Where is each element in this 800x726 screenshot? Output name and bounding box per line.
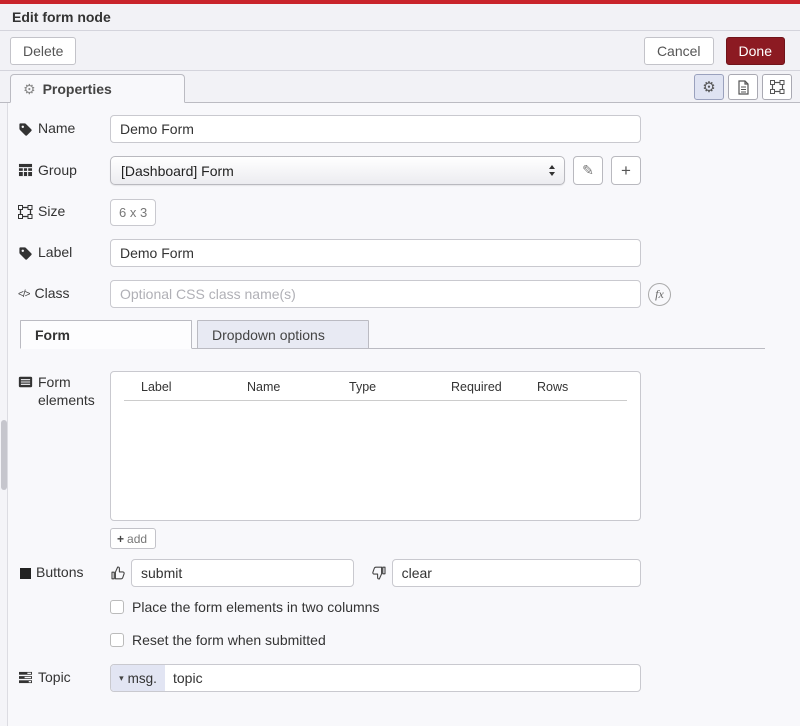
form-elements-row: Form elements Label Name Type Required R…	[10, 371, 800, 559]
label-row: Label	[10, 239, 800, 267]
submit-button-input[interactable]	[131, 559, 354, 587]
topic-row: Topic ▾ msg.	[10, 664, 800, 692]
plus-icon: +	[621, 161, 631, 181]
topic-label-group: Topic	[10, 669, 110, 687]
form-elements-header: Label Name Type Required Rows	[111, 372, 640, 400]
scrollbar-thumb[interactable]	[1, 420, 7, 490]
form-elements-list[interactable]: Label Name Type Required Rows	[110, 371, 641, 521]
group-label-group: Group	[10, 162, 110, 180]
group-row: Group [Dashboard] Form ✎ +	[10, 156, 800, 185]
plus-icon: +	[117, 532, 124, 546]
dialog-title: Edit form node	[12, 9, 111, 25]
buttons-row: Buttons	[10, 559, 800, 587]
buttons-inputs	[110, 559, 641, 587]
topic-label: Topic	[38, 669, 71, 687]
column-header-label: Label	[141, 380, 247, 394]
done-button[interactable]: Done	[726, 37, 785, 65]
subtab-dropdown-options[interactable]: Dropdown options	[197, 320, 369, 349]
header-divider	[124, 400, 627, 401]
subtab-form[interactable]: Form	[20, 320, 192, 349]
column-header-rows: Rows	[537, 380, 626, 394]
dialog-button-bar: Delete Cancel Done	[0, 31, 800, 71]
class-input[interactable]	[110, 280, 641, 308]
editor-tab-bar: ⚙ Properties ⚙	[0, 71, 800, 103]
label-input[interactable]	[110, 239, 641, 267]
thumbs-up-icon	[110, 565, 126, 581]
delete-button[interactable]: Delete	[10, 37, 76, 65]
two-columns-checkbox[interactable]	[110, 600, 124, 614]
form-subtabs: Form Dropdown options	[20, 320, 765, 349]
edit-group-button[interactable]: ✎	[573, 156, 603, 185]
properties-tool-button[interactable]: ⚙	[694, 74, 724, 100]
topic-input[interactable]	[165, 665, 640, 691]
topic-typed-input: ▾ msg.	[110, 664, 641, 692]
label-label-group: Label	[10, 244, 110, 262]
square-icon	[20, 568, 31, 579]
name-input[interactable]	[110, 115, 641, 143]
topic-type-selector[interactable]: ▾ msg.	[111, 665, 165, 691]
tab-properties[interactable]: ⚙ Properties	[10, 74, 185, 103]
topic-prefix-label: msg.	[128, 671, 157, 686]
size-button[interactable]: 6 x 3	[110, 199, 156, 226]
appearance-tool-button[interactable]	[762, 74, 792, 100]
code-icon: </>	[18, 289, 29, 300]
name-row: Name	[10, 115, 800, 143]
class-label-group: </> Class	[10, 285, 110, 303]
cancel-button[interactable]: Cancel	[644, 37, 714, 65]
form-elements-label-group: Form elements	[10, 371, 110, 409]
two-columns-label: Place the form elements in two columns	[132, 599, 379, 615]
column-header-required: Required	[451, 380, 537, 394]
expression-fx-button[interactable]: fx	[648, 283, 671, 306]
reset-form-checkbox[interactable]	[110, 633, 124, 647]
subtab-dropdown-options-label: Dropdown options	[212, 327, 325, 343]
column-header-type: Type	[349, 380, 451, 394]
name-label-group: Name	[10, 120, 110, 138]
properties-panel: Name Group [Dashboard] Form ✎ +	[0, 103, 800, 726]
form-elements-widget: Label Name Type Required Rows + add	[110, 371, 641, 559]
thumbs-down-icon	[371, 565, 387, 581]
group-select[interactable]: [Dashboard] Form	[110, 156, 565, 185]
gear-icon: ⚙	[23, 82, 36, 96]
scrollbar-track[interactable]	[0, 103, 8, 726]
table-icon	[18, 163, 33, 178]
add-group-button[interactable]: +	[611, 156, 641, 185]
properties-tab-label: Properties	[43, 81, 112, 97]
name-label: Name	[38, 120, 75, 138]
reset-form-label: Reset the form when submitted	[132, 632, 326, 648]
editor-tray-tools: ⚙	[694, 74, 792, 100]
column-header-name: Name	[247, 380, 349, 394]
clear-button-input[interactable]	[392, 559, 641, 587]
gear-icon: ⚙	[702, 80, 715, 95]
group-selected-option: [Dashboard] Form	[121, 163, 548, 179]
fx-icon: fx	[655, 287, 664, 302]
tag-icon	[18, 122, 33, 137]
tag-icon	[18, 246, 33, 261]
subtab-form-label: Form	[35, 327, 70, 343]
form-elements-label: Form elements	[38, 374, 100, 409]
tasks-icon	[18, 671, 33, 686]
buttons-label: Buttons	[36, 564, 83, 582]
buttons-label-group: Buttons	[10, 564, 110, 582]
class-label: Class	[34, 285, 69, 303]
group-label: Group	[38, 162, 77, 180]
size-row: Size 6 x 3	[10, 198, 800, 226]
reset-form-option: Reset the form when submitted	[110, 632, 800, 648]
caret-down-icon: ▾	[119, 673, 124, 684]
size-label-group: Size	[10, 203, 110, 221]
description-tool-button[interactable]	[728, 74, 758, 100]
label-label: Label	[38, 244, 72, 262]
object-group-icon	[770, 80, 785, 94]
select-arrows-icon	[548, 164, 556, 177]
class-row: </> Class fx	[10, 280, 800, 308]
add-element-button[interactable]: + add	[110, 528, 156, 549]
document-icon	[737, 80, 750, 95]
add-element-label: add	[127, 532, 147, 546]
two-columns-option: Place the form elements in two columns	[110, 599, 800, 615]
dialog-header: Edit form node	[0, 4, 800, 31]
list-alt-icon	[18, 376, 33, 391]
object-group-icon	[18, 205, 33, 220]
size-label: Size	[38, 203, 65, 221]
pencil-icon: ✎	[582, 162, 594, 179]
